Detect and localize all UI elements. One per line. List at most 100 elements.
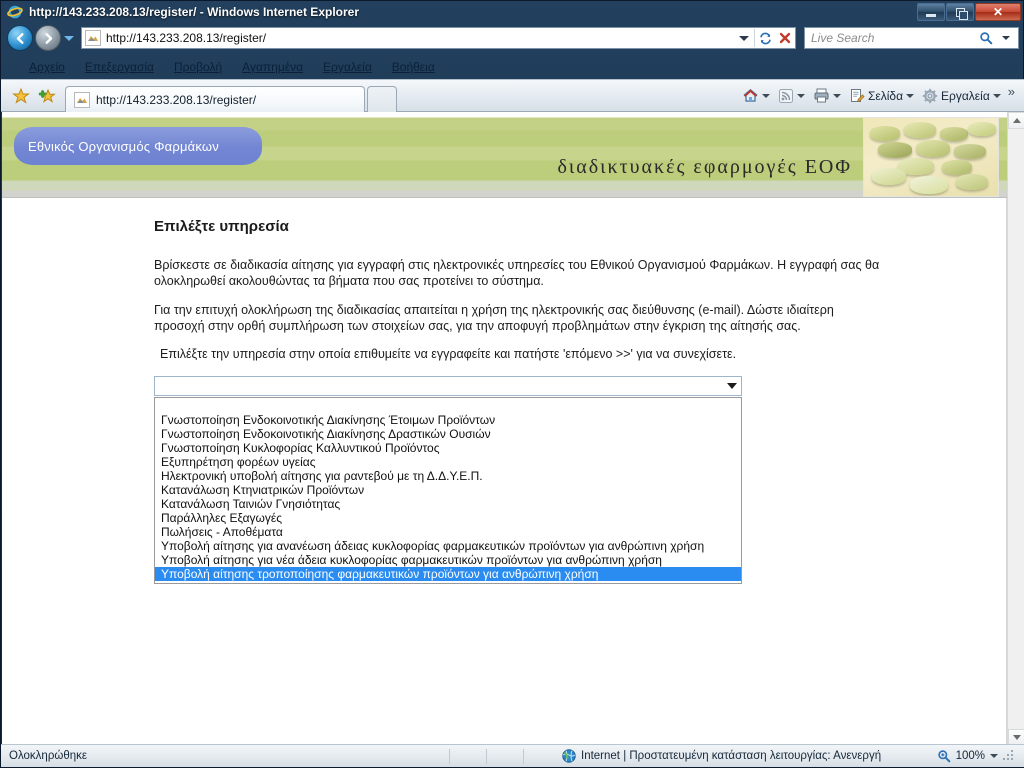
list-item[interactable]: Κατανάλωση Κτηνιατρικών Προϊόντων <box>155 483 741 497</box>
list-item[interactable]: Ηλεκτρονική υποβολή αίτησης για ραντεβού… <box>155 469 741 483</box>
scroll-up-button[interactable] <box>1008 112 1024 129</box>
list-item[interactable]: Γνωστοποίηση Κυκλοφορίας Καλλυντικού Προ… <box>155 441 741 455</box>
address-url-text: http://143.233.208.13/register/ <box>106 31 267 45</box>
menu-bar: Αρχείο Επεξεργασία Προβολή Αγαπημένα Εργ… <box>1 57 1024 77</box>
chevron-down-icon <box>727 383 737 389</box>
web-page: Εθνικός Οργανισμός Φαρμάκων διαδικτυακές… <box>2 112 1007 746</box>
print-button[interactable] <box>810 85 844 106</box>
list-item[interactable]: Παράλληλες Εξαγωγές <box>155 511 741 525</box>
organization-badge: Εθνικός Οργανισμός Φαρμάκων <box>14 127 262 165</box>
restore-button[interactable] <box>946 3 974 21</box>
recent-pages-button[interactable] <box>61 25 77 51</box>
forward-arrow-icon <box>45 32 52 44</box>
add-to-favorites-icon[interactable] <box>37 86 57 106</box>
search-icon[interactable] <box>976 28 996 48</box>
list-item-selected[interactable]: Υποβολή αίτησης τροποποίησης φαρμακευτικ… <box>155 567 741 581</box>
chevron-down-icon <box>1002 36 1010 40</box>
chevron-down-icon <box>1012 735 1021 740</box>
address-input[interactable]: http://143.233.208.13/register/ <box>81 27 796 49</box>
tab-favicon-icon <box>74 91 90 108</box>
intro-paragraph-3: Επιλέξτε την υπηρεσία στην οποία επιθυμε… <box>160 347 737 361</box>
address-dropdown-button[interactable] <box>734 28 754 48</box>
feeds-button[interactable] <box>775 86 808 106</box>
status-divider <box>486 748 487 764</box>
page-scrollbar[interactable] <box>1007 112 1024 746</box>
tools-menu-label: Εργαλεία <box>941 88 990 103</box>
window-title: http://143.233.208.13/register/ - Window… <box>29 5 359 19</box>
forward-button[interactable] <box>35 25 61 51</box>
home-button[interactable] <box>739 85 773 106</box>
resize-grip[interactable] <box>1003 750 1015 762</box>
menu-item-file[interactable]: Αρχείο <box>19 59 75 75</box>
tools-menu-button[interactable]: Εργαλεία <box>919 86 1004 106</box>
zoom-control[interactable]: 100% <box>937 749 1024 763</box>
gear-icon <box>922 88 938 103</box>
search-input[interactable]: Live Search <box>804 27 1019 49</box>
refresh-button[interactable] <box>755 28 775 48</box>
back-arrow-icon <box>16 32 23 44</box>
menu-item-tools[interactable]: Εργαλεία <box>313 59 382 75</box>
search-placeholder: Live Search <box>811 31 875 45</box>
service-select-wrapper: Γνωστοποίηση Ενδοκοινοτικής Διακίνησης Έ… <box>154 376 742 584</box>
toolbar-overflow-button[interactable]: » <box>1006 84 1017 107</box>
zoom-level: 100% <box>955 750 985 762</box>
new-tab-button[interactable] <box>367 86 397 112</box>
menu-item-edit[interactable]: Επεξεργασία <box>75 59 164 75</box>
chevron-down-icon <box>992 93 1001 98</box>
list-item[interactable]: Εξυπηρέτηση φορέων υγείας <box>155 455 741 469</box>
list-item[interactable]: Γνωστοποίηση Ενδοκοινοτικής Διακίνησης Δ… <box>155 427 741 441</box>
pills-photo-image <box>863 117 999 197</box>
service-select-options-list[interactable]: Γνωστοποίηση Ενδοκοινοτικής Διακίνησης Έ… <box>154 397 742 584</box>
service-select[interactable] <box>154 376 742 396</box>
intro-paragraph-2: Για την επιτυχή ολοκλήρωση της διαδικασί… <box>154 302 834 333</box>
favorites-center-icon[interactable] <box>11 86 31 106</box>
tab-label: http://143.233.208.13/register/ <box>96 92 257 107</box>
list-item[interactable]: Υποβολή αίτησης για νέα άδεια κυκλοφορία… <box>155 553 741 567</box>
refresh-icon <box>759 32 771 44</box>
page-viewport: Εθνικός Οργανισμός Φαρμάκων διαδικτυακές… <box>2 112 1024 746</box>
browser-window: http://143.233.208.13/register/ - Window… <box>0 0 1024 768</box>
back-button[interactable] <box>7 25 33 51</box>
page-title: Επιλέξτε υπηρεσία <box>154 218 289 235</box>
menu-item-view[interactable]: Προβολή <box>164 59 232 75</box>
stop-button[interactable] <box>775 28 795 48</box>
globe-icon <box>562 749 576 763</box>
close-button[interactable]: ✕ <box>975 3 1021 21</box>
page-menu-button[interactable]: Σελίδα <box>846 86 917 106</box>
stop-icon <box>779 32 791 44</box>
browser-tab[interactable]: http://143.233.208.13/register/ <box>65 86 365 112</box>
intro-paragraph-1: Βρίσκεστε σε διαδικασία αίτησης για εγγρ… <box>154 258 880 288</box>
status-bar: Ολοκληρώθηκε Internet | Προστατευμένη κα… <box>1 744 1024 767</box>
rss-feed-icon <box>778 88 793 103</box>
site-banner: Εθνικός Οργανισμός Φαρμάκων διαδικτυακές… <box>2 112 1007 198</box>
status-divider <box>523 748 524 764</box>
close-icon: ✕ <box>992 5 1004 19</box>
page-favicon-icon <box>85 30 101 46</box>
minimize-button[interactable] <box>917 3 945 21</box>
list-item[interactable]: Πωλήσεις - Αποθέματα <box>155 525 741 539</box>
status-message: Ολοκληρώθηκε <box>9 750 88 762</box>
security-zone[interactable]: Internet | Προστατευμένη κατάσταση λειτο… <box>562 749 881 763</box>
security-zone-label: Internet | Προστατευμένη κατάσταση λειτο… <box>581 750 882 762</box>
search-provider-dropdown[interactable] <box>996 28 1016 48</box>
chevron-down-icon[interactable] <box>990 754 998 758</box>
home-icon <box>743 89 758 102</box>
chevron-down-icon <box>906 93 915 98</box>
print-icon <box>814 88 829 103</box>
menu-item-favorites[interactable]: Αγαπημένα <box>232 59 313 75</box>
list-item[interactable]: Κατανάλωση Ταινιών Γνησιότητας <box>155 497 741 511</box>
chevron-down-icon <box>796 93 805 98</box>
favorites-toolbar <box>1 86 65 106</box>
chevron-down-icon <box>761 93 770 98</box>
tab-strip: http://143.233.208.13/register/ <box>65 79 397 112</box>
minimize-icon <box>926 13 936 17</box>
restore-icon <box>955 7 968 20</box>
list-item[interactable] <box>155 399 741 413</box>
list-item[interactable]: Γνωστοποίηση Ενδοκοινοτικής Διακίνησης Έ… <box>155 413 741 427</box>
status-divider <box>449 748 450 764</box>
chevron-down-icon <box>64 35 74 41</box>
window-controls: ✕ <box>917 3 1021 21</box>
chevron-down-icon <box>832 93 841 98</box>
list-item[interactable]: Υποβολή αίτησης για ανανέωση άδειας κυκλ… <box>155 539 741 553</box>
menu-item-help[interactable]: Βοήθεια <box>382 59 445 75</box>
